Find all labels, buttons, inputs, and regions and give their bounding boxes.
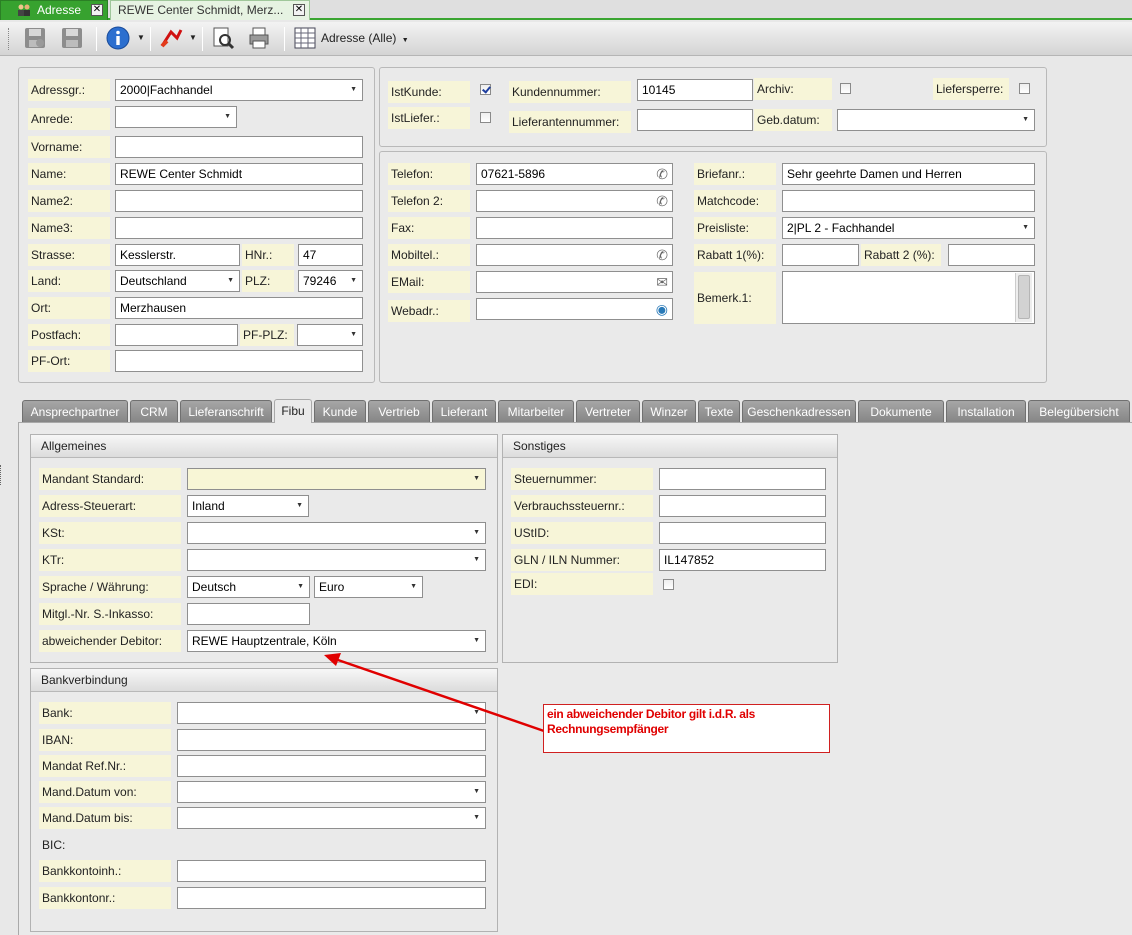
annotation-text: ein abweichender Debitor gilt i.d.R. als… [547, 707, 756, 736]
splitter-handle[interactable] [0, 465, 3, 485]
annotation-arrow [324, 653, 545, 733]
annotation-callout: ein abweichender Debitor gilt i.d.R. als… [543, 704, 830, 753]
